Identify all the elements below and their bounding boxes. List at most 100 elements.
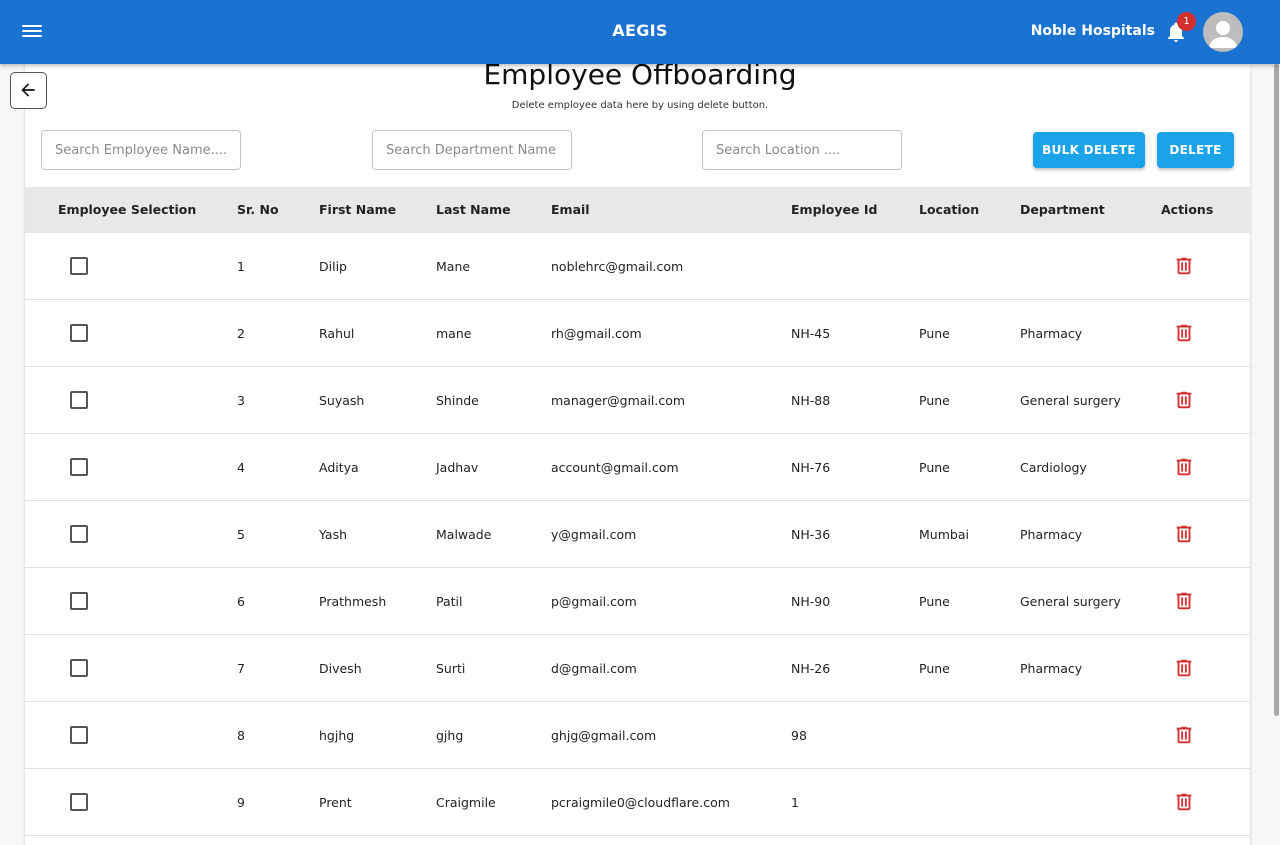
trash-icon[interactable] [1173, 455, 1195, 479]
trash-icon[interactable] [1173, 790, 1195, 814]
org-name: Noble Hospitals [1030, 23, 1155, 39]
column-header: Email [551, 202, 590, 217]
location-cell: Pune [919, 460, 950, 475]
sr-no-cell: 6 [237, 594, 245, 609]
column-header: Employee Selection [58, 202, 197, 217]
last-name-cell: Malwade [436, 527, 492, 542]
trash-icon[interactable] [1173, 254, 1195, 278]
last-name-cell: Patil [436, 594, 463, 609]
first-name-cell: Dilip [319, 259, 347, 274]
email-cell: noblehrc@gmail.com [551, 259, 684, 274]
table-row: 7 Divesh Surti d@gmail.com NH-26 Pune Ph… [25, 635, 1250, 702]
email-cell: y@gmail.com [551, 527, 637, 542]
row-select-checkbox[interactable] [70, 659, 88, 677]
search-department-input[interactable] [372, 130, 572, 170]
sr-no-cell: 1 [237, 259, 245, 274]
trash-icon[interactable] [1173, 522, 1195, 546]
trash-icon[interactable] [1173, 388, 1195, 412]
last-name-cell: mane [436, 326, 472, 341]
email-cell: manager@gmail.com [551, 393, 686, 408]
employee-id-cell: 98 [791, 728, 807, 743]
sr-no-cell: 9 [237, 795, 245, 810]
last-name-cell: Mane [436, 259, 471, 274]
email-cell: pcraigmile0@cloudflare.com [551, 795, 730, 810]
first-name-cell: Prent [319, 795, 352, 810]
notification-badge: 1 [1177, 12, 1196, 31]
email-cell: rh@gmail.com [551, 326, 642, 341]
sr-no-cell: 5 [237, 527, 245, 542]
department-cell: Pharmacy [1020, 661, 1083, 676]
back-button[interactable] [10, 72, 47, 109]
trash-icon[interactable] [1173, 723, 1195, 747]
location-cell: Mumbai [919, 527, 969, 542]
column-header: Employee Id [791, 202, 878, 217]
email-cell: p@gmail.com [551, 594, 637, 609]
location-cell: Pune [919, 393, 950, 408]
first-name-cell: Divesh [319, 661, 362, 676]
first-name-cell: Suyash [319, 393, 365, 408]
row-select-checkbox[interactable] [70, 391, 88, 409]
row-select-checkbox[interactable] [70, 525, 88, 543]
table-row: 6 Prathmesh Patil p@gmail.com NH-90 Pune… [25, 568, 1250, 635]
department-cell: General surgery [1020, 594, 1121, 609]
first-name-cell: Prathmesh [319, 594, 387, 609]
first-name-cell: Rahul [319, 326, 355, 341]
sr-no-cell: 3 [237, 393, 245, 408]
table-row: 9 Prent Craigmile pcraigmile0@cloudflare… [25, 769, 1250, 836]
table-row: 8 hgjhg gjhg ghjg@gmail.com 98 [25, 702, 1250, 769]
sr-no-cell: 4 [237, 460, 245, 475]
column-header: Last Name [436, 202, 511, 217]
first-name-cell: Aditya [319, 460, 359, 475]
column-header: Sr. No [237, 202, 279, 217]
department-cell: Cardiology [1020, 460, 1087, 475]
employee-id-cell: NH-26 [791, 661, 831, 676]
table-row: 3 Suyash Shinde manager@gmail.com NH-88 … [25, 367, 1250, 434]
search-location-input[interactable] [702, 130, 902, 170]
row-select-checkbox[interactable] [70, 324, 88, 342]
last-name-cell: Craigmile [436, 795, 496, 810]
column-header: Department [1020, 202, 1105, 217]
email-cell: account@gmail.com [551, 460, 679, 475]
email-cell: ghjg@gmail.com [551, 728, 657, 743]
department-cell: Pharmacy [1020, 527, 1083, 542]
location-cell: Pune [919, 326, 950, 341]
last-name-cell: Shinde [436, 393, 479, 408]
menu-icon[interactable] [20, 22, 44, 42]
trash-icon[interactable] [1173, 321, 1195, 345]
email-cell: d@gmail.com [551, 661, 637, 676]
row-select-checkbox[interactable] [70, 458, 88, 476]
user-avatar-icon[interactable] [1203, 12, 1243, 52]
employee-id-cell: NH-36 [791, 527, 831, 542]
bulk-delete-button[interactable]: BULK DELETE [1033, 132, 1145, 168]
table-body: 1 Dilip Mane noblehrc@gmail.com 2 Rahul … [25, 233, 1250, 836]
row-select-checkbox[interactable] [70, 793, 88, 811]
arrow-left-icon [21, 83, 35, 97]
scrollbar-thumb[interactable] [1274, 64, 1279, 716]
trash-icon[interactable] [1173, 589, 1195, 613]
last-name-cell: gjhg [436, 728, 464, 743]
search-employee-input[interactable] [41, 130, 241, 170]
table-row: 4 Aditya Jadhav account@gmail.com NH-76 … [25, 434, 1250, 501]
last-name-cell: Jadhav [436, 460, 479, 475]
location-cell: Pune [919, 594, 950, 609]
last-name-cell: Surti [436, 661, 466, 676]
sr-no-cell: 8 [237, 728, 245, 743]
sr-no-cell: 2 [237, 326, 245, 341]
sr-no-cell: 7 [237, 661, 245, 676]
row-select-checkbox[interactable] [70, 257, 88, 275]
employee-id-cell: NH-90 [791, 594, 831, 609]
employee-id-cell: NH-88 [791, 393, 831, 408]
location-cell: Pune [919, 661, 950, 676]
employee-table: Employee Selection Sr. No First Name Las… [25, 187, 1250, 836]
table-row: 2 Rahul mane rh@gmail.com NH-45 Pune Pha… [25, 300, 1250, 367]
table-row: 5 Yash Malwade y@gmail.com NH-36 Mumbai … [25, 501, 1250, 568]
delete-button[interactable]: DELETE [1157, 132, 1234, 168]
column-header: Location [919, 202, 980, 217]
row-select-checkbox[interactable] [70, 592, 88, 610]
table-header: Employee Selection Sr. No First Name Las… [25, 187, 1250, 233]
trash-icon[interactable] [1173, 656, 1195, 680]
row-select-checkbox[interactable] [70, 726, 88, 744]
employee-id-cell: NH-45 [791, 326, 831, 341]
first-name-cell: Yash [319, 527, 348, 542]
employee-id-cell: NH-76 [791, 460, 831, 475]
